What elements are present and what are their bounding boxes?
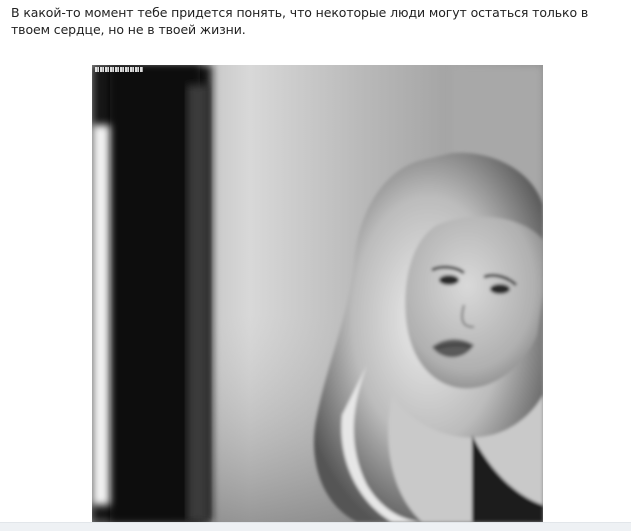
post-footer-divider	[0, 522, 631, 531]
post-text: В какой-то момент тебе придется понять, …	[11, 5, 589, 37]
wall-post: В какой-то момент тебе придется понять, …	[0, 0, 631, 531]
photo-image	[92, 65, 543, 522]
post-photo[interactable]	[92, 65, 543, 522]
photo-watermark	[95, 67, 143, 72]
